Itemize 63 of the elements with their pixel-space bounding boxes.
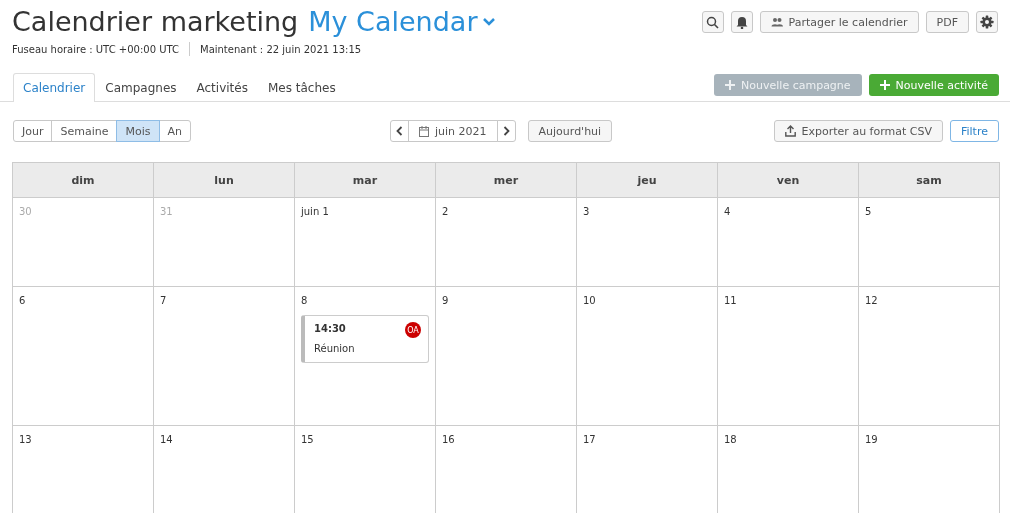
- avatar-badge: OA: [405, 322, 421, 338]
- day-number: juin 1: [301, 206, 329, 217]
- plus-icon: [725, 80, 736, 90]
- weekday-header: dim: [13, 163, 154, 198]
- filter-button[interactable]: Filtre: [950, 120, 999, 142]
- day-number: 11: [724, 295, 737, 306]
- chevron-down-icon[interactable]: [481, 17, 496, 27]
- notification-button[interactable]: [730, 11, 753, 33]
- today-button[interactable]: Aujourd'hui: [527, 120, 613, 142]
- day-number: 17: [583, 434, 596, 445]
- search-icon: [706, 15, 720, 29]
- bell-icon: [735, 15, 748, 29]
- day-number: 18: [724, 434, 737, 445]
- settings-icon: [980, 15, 994, 29]
- day-number: 6: [19, 295, 26, 306]
- day-number: 3: [583, 206, 590, 217]
- plus-icon: [879, 80, 890, 90]
- current-time-label: Maintenant : 22 juin 2021 13:15: [200, 43, 362, 55]
- day-number: 12: [865, 295, 878, 306]
- calendar-icon: [419, 125, 429, 137]
- settings-button[interactable]: [976, 11, 998, 33]
- event-card[interactable]: 14:30 Réunion OA: [301, 315, 429, 363]
- tab[interactable]: Campagnes: [95, 73, 187, 101]
- day-number: 7: [160, 295, 167, 306]
- event-time: 14:30: [314, 323, 346, 334]
- tab[interactable]: Calendrier: [13, 73, 96, 102]
- timezone-label: Fuseau horaire : UTC +00:00 UTC: [12, 43, 179, 55]
- weekday-header: jeu: [577, 163, 718, 198]
- weekday-header: sam: [859, 163, 1000, 198]
- event-title: Réunion: [314, 343, 356, 354]
- export-button[interactable]: Exporter au format CSV: [773, 120, 943, 142]
- share-button[interactable]: Partager le calendrier: [759, 11, 919, 33]
- chevron-right-icon: [502, 126, 510, 136]
- pdf-button[interactable]: PDF: [925, 11, 969, 33]
- day-number: 19: [865, 434, 878, 445]
- tab[interactable]: Activités: [186, 73, 258, 101]
- search-button[interactable]: [701, 11, 724, 33]
- day-number: 30: [19, 206, 32, 217]
- view-button[interactable]: Semaine: [51, 120, 118, 142]
- day-number: 16: [442, 434, 455, 445]
- day-number: 4: [724, 206, 731, 217]
- day-number: 2: [442, 206, 449, 217]
- month-picker[interactable]: juin 2021: [408, 120, 498, 142]
- day-number: 14: [160, 434, 173, 445]
- day-number: 31: [160, 206, 173, 217]
- day-number: 15: [301, 434, 314, 445]
- chevron-left-icon: [396, 126, 403, 136]
- view-button[interactable]: An: [158, 120, 191, 142]
- weekday-header: ven: [718, 163, 859, 198]
- weekday-header: lun: [154, 163, 295, 198]
- day-number: 13: [19, 434, 32, 445]
- people-icon: [770, 17, 783, 27]
- tab[interactable]: Mes tâches: [257, 73, 346, 101]
- view-button[interactable]: Jour: [13, 120, 53, 142]
- day-number: 10: [583, 295, 596, 306]
- page-title: Calendrier marketing: [12, 5, 299, 39]
- view-button[interactable]: Mois: [116, 120, 160, 142]
- weekday-header: mer: [436, 163, 577, 198]
- weekday-header: mar: [295, 163, 436, 198]
- day-number: 9: [442, 295, 449, 306]
- upload-icon: [784, 125, 796, 137]
- day-number: 5: [865, 206, 872, 217]
- day-number: 8: [301, 295, 308, 306]
